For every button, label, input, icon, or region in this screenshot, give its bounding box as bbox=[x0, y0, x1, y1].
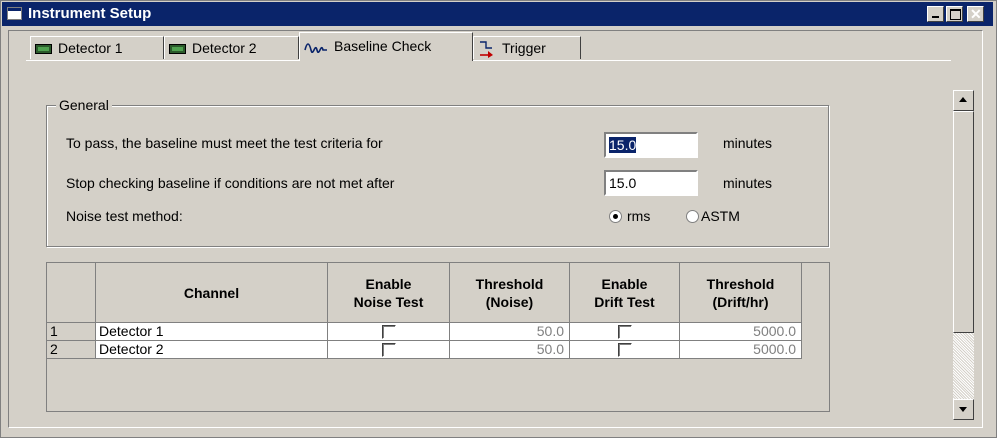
grid-corner-header bbox=[47, 263, 96, 323]
enable-noise-checkbox[interactable] bbox=[382, 343, 396, 357]
stop-checking-label: Stop checking baseline if conditions are… bbox=[66, 175, 395, 191]
tab-trigger[interactable]: Trigger bbox=[473, 36, 581, 59]
enable-drift-cell[interactable] bbox=[570, 341, 680, 359]
header-text: Threshold bbox=[475, 275, 544, 292]
stop-duration-unit: minutes bbox=[723, 175, 773, 191]
title-bar[interactable]: Instrument Setup ✕ bbox=[2, 2, 993, 26]
enable-drift-column-header[interactable]: Enable Drift Test bbox=[570, 263, 680, 323]
window-icon bbox=[7, 7, 22, 20]
threshold-drift-cell[interactable]: 5000.0 bbox=[680, 323, 802, 341]
pass-duration-value: 15.0 bbox=[609, 137, 637, 153]
close-icon: ✕ bbox=[970, 6, 982, 22]
detector-icon bbox=[169, 44, 186, 55]
row-index[interactable]: 1 bbox=[47, 323, 96, 341]
enable-drift-checkbox[interactable] bbox=[618, 343, 632, 357]
stop-duration-value: 15.0 bbox=[609, 175, 637, 191]
channel-cell[interactable]: Detector 1 bbox=[96, 323, 328, 341]
header-text: Enable bbox=[601, 275, 648, 292]
tab-detector-1[interactable]: Detector 1 bbox=[30, 36, 164, 59]
tab-label: Trigger bbox=[502, 40, 546, 56]
noise-method-astm-radio[interactable] bbox=[686, 210, 699, 223]
minimize-button[interactable] bbox=[927, 6, 944, 22]
close-button[interactable]: ✕ bbox=[967, 6, 984, 22]
noise-method-rms-radio[interactable] bbox=[609, 210, 622, 223]
tab-label: Baseline Check bbox=[334, 38, 432, 54]
trigger-icon bbox=[480, 41, 493, 59]
maximize-button[interactable] bbox=[946, 6, 963, 22]
threshold-noise-cell[interactable]: 50.0 bbox=[450, 341, 570, 359]
header-text: Noise Test bbox=[353, 293, 424, 310]
threshold-drift-cell[interactable]: 5000.0 bbox=[680, 341, 802, 359]
pass-duration-unit: minutes bbox=[723, 135, 773, 151]
tab-label: Detector 1 bbox=[58, 40, 123, 56]
header-text: Threshold bbox=[706, 275, 775, 292]
tab-baseline-check[interactable]: Baseline Check bbox=[299, 32, 473, 61]
noise-method-astm-label: ASTM bbox=[701, 208, 740, 224]
row-index[interactable]: 2 bbox=[47, 341, 96, 359]
scroll-down-button[interactable] bbox=[953, 399, 974, 420]
baseline-wave-icon bbox=[304, 43, 327, 54]
enable-noise-column-header[interactable]: Enable Noise Test bbox=[328, 263, 450, 323]
noise-method-rms-label: rms bbox=[627, 208, 651, 224]
window-title: Instrument Setup bbox=[28, 5, 152, 22]
threshold-noise-cell[interactable]: 50.0 bbox=[450, 323, 570, 341]
header-text: (Drift/hr) bbox=[712, 293, 769, 310]
arrow-up-icon bbox=[959, 97, 967, 102]
enable-drift-checkbox[interactable] bbox=[618, 325, 632, 339]
enable-drift-cell[interactable] bbox=[570, 323, 680, 341]
channel-cell[interactable]: Detector 2 bbox=[96, 341, 328, 359]
header-text: (Noise) bbox=[485, 293, 534, 310]
arrow-down-icon bbox=[959, 407, 967, 412]
header-text: Enable bbox=[365, 275, 412, 292]
scrollbar-thumb[interactable] bbox=[953, 111, 974, 333]
enable-noise-checkbox[interactable] bbox=[382, 325, 396, 339]
enable-noise-cell[interactable] bbox=[328, 323, 450, 341]
tab-detector-2[interactable]: Detector 2 bbox=[164, 36, 299, 59]
stop-duration-input[interactable]: 15.0 bbox=[604, 170, 698, 196]
channel-column-header[interactable]: Channel bbox=[96, 263, 328, 323]
tab-label: Detector 2 bbox=[192, 40, 257, 56]
general-group-title: General bbox=[56, 97, 112, 113]
pass-duration-input[interactable]: 15.0 bbox=[604, 132, 698, 158]
pass-criteria-label: To pass, the baseline must meet the test… bbox=[66, 135, 383, 151]
header-text: Drift Test bbox=[594, 293, 655, 310]
threshold-noise-column-header[interactable]: Threshold (Noise) bbox=[450, 263, 570, 323]
enable-noise-cell[interactable] bbox=[328, 341, 450, 359]
scroll-up-button[interactable] bbox=[953, 90, 974, 111]
threshold-drift-column-header[interactable]: Threshold (Drift/hr) bbox=[680, 263, 802, 323]
noise-method-label: Noise test method: bbox=[66, 208, 183, 224]
header-text: Channel bbox=[183, 284, 240, 301]
detector-icon bbox=[35, 44, 52, 55]
